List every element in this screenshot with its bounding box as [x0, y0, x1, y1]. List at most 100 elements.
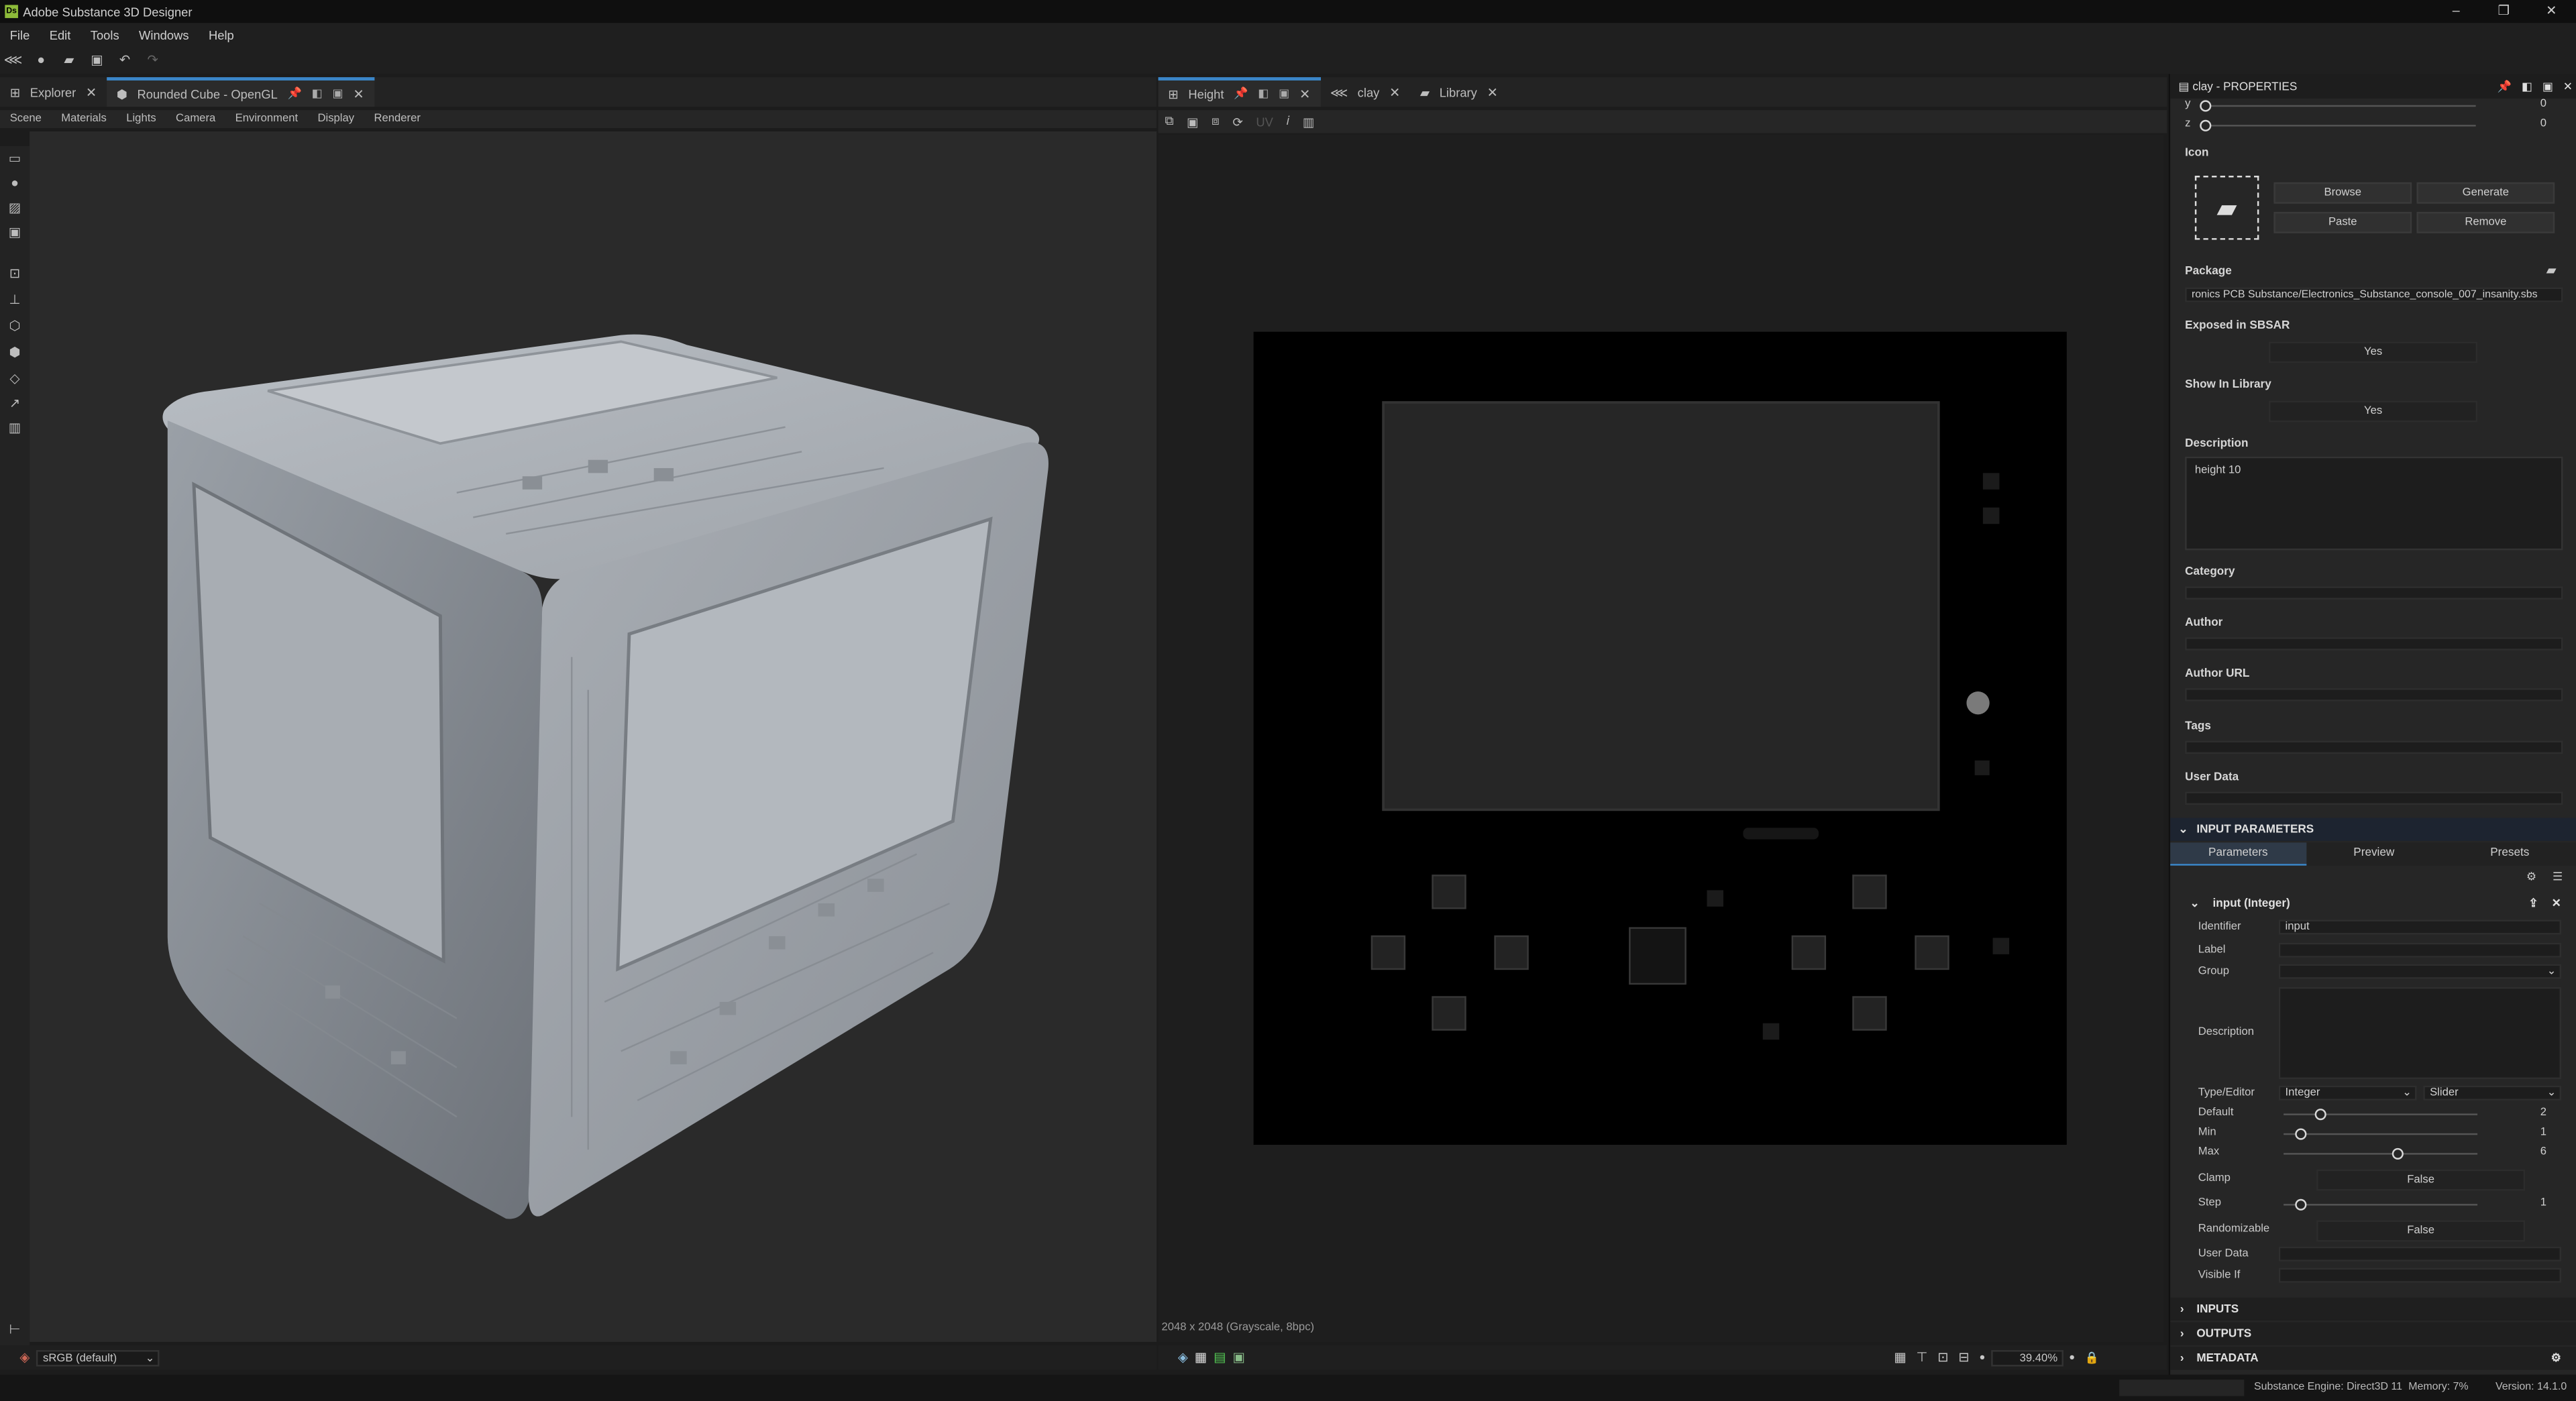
- save-icon[interactable]: ▣: [89, 52, 105, 68]
- maximize-icon[interactable]: ▣: [2542, 80, 2553, 93]
- restore-button[interactable]: ❐: [2481, 0, 2527, 23]
- gear-icon[interactable]: ⚙: [2526, 871, 2536, 883]
- lock-icon[interactable]: 🔒: [2085, 1351, 2099, 1364]
- clamp-toggle[interactable]: False: [2316, 1169, 2526, 1191]
- maximize-icon[interactable]: ▣: [1279, 87, 1289, 100]
- pin-icon[interactable]: 📌: [2498, 80, 2512, 93]
- max-slider[interactable]: [2284, 1147, 2478, 1160]
- close-icon[interactable]: ✕: [1389, 85, 1400, 99]
- new-graph-icon[interactable]: ⋘: [4, 52, 23, 68]
- tab-height[interactable]: ⊞ Height 📌 ◧ ▣ ✕: [1158, 77, 1321, 107]
- layers-icon[interactable]: ◈: [1178, 1350, 1188, 1365]
- tab-3d-view[interactable]: ⬢ Rounded Cube - OpenGL 📌 ◧ ▣ ✕: [107, 77, 374, 107]
- close-icon[interactable]: ✕: [1299, 87, 1310, 101]
- 3d-viewport[interactable]: [30, 131, 1157, 1342]
- tab-clay[interactable]: ⋘ clay ✕: [1320, 77, 1410, 107]
- copy-icon[interactable]: ⧉: [1165, 113, 1173, 129]
- menu-windows[interactable]: Windows: [139, 27, 189, 42]
- param-description-field[interactable]: [2278, 987, 2561, 1079]
- outputs-header[interactable]: › OUTPUTS: [2170, 1322, 2576, 1345]
- mesh-icon[interactable]: ⬢: [5, 343, 24, 361]
- slider-knob[interactable]: [2295, 1198, 2307, 1211]
- open-folder-icon[interactable]: ▰: [2546, 263, 2557, 278]
- tab-library[interactable]: ▰ Library ✕: [1410, 77, 1508, 107]
- close-icon[interactable]: ✕: [86, 85, 97, 99]
- editor-dropdown[interactable]: Slider ⌄: [2423, 1085, 2561, 1101]
- slider-knob[interactable]: [2200, 119, 2212, 131]
- y-slider[interactable]: [2200, 100, 2476, 112]
- tags-field[interactable]: [2185, 740, 2563, 754]
- type-dropdown[interactable]: Integer ⌄: [2278, 1085, 2417, 1101]
- remove-button[interactable]: Remove: [2416, 211, 2555, 233]
- user-data-field[interactable]: [2185, 791, 2563, 805]
- colorspace-dropdown[interactable]: sRGB (default) ⌄: [36, 1349, 160, 1366]
- default-value[interactable]: 2: [2540, 1107, 2546, 1119]
- axis-icon[interactable]: ⊥: [5, 290, 24, 309]
- slider-knob[interactable]: [2200, 100, 2212, 112]
- menu-tools[interactable]: Tools: [91, 27, 119, 42]
- maximize-icon[interactable]: ▣: [333, 87, 343, 100]
- menu-edit[interactable]: Edit: [50, 27, 71, 42]
- exposed-toggle[interactable]: Yes: [2269, 341, 2478, 363]
- package-path[interactable]: ronics PCB Substance/Electronics_Substan…: [2185, 287, 2563, 302]
- rgb-icon[interactable]: ▤: [1214, 1350, 1226, 1365]
- menu-lights[interactable]: Lights: [126, 113, 156, 125]
- pin-icon[interactable]: 📌: [1234, 87, 1248, 100]
- inputs-header[interactable]: › INPUTS: [2170, 1297, 2576, 1321]
- frame-icon[interactable]: ⊡: [5, 264, 24, 282]
- upload-icon[interactable]: ⇪: [2528, 897, 2538, 910]
- tree-icon[interactable]: ⊢: [5, 1321, 24, 1339]
- parameter-header[interactable]: ⌄ input (Integer) ⇪ ✕: [2170, 892, 2576, 915]
- open-folder-icon[interactable]: ▰: [61, 52, 77, 68]
- generate-button[interactable]: Generate: [2416, 182, 2555, 204]
- visible-if-field[interactable]: [2278, 1268, 2561, 1283]
- camera-icon[interactable]: ▭: [5, 150, 24, 168]
- render-icon[interactable]: ▣: [5, 223, 24, 241]
- tab-explorer[interactable]: ⊞ Explorer ✕: [0, 77, 107, 107]
- pin-icon[interactable]: 📌: [288, 87, 302, 100]
- menu-display[interactable]: Display: [317, 113, 354, 125]
- category-field[interactable]: [2185, 586, 2563, 600]
- z-slider[interactable]: [2200, 119, 2476, 131]
- slider-knob[interactable]: [2295, 1128, 2307, 1140]
- randomizable-toggle[interactable]: False: [2316, 1220, 2526, 1242]
- zoom-field[interactable]: 39.40%: [1992, 1349, 2064, 1366]
- menu-renderer[interactable]: Renderer: [374, 113, 420, 125]
- min-value[interactable]: 1: [2540, 1127, 2546, 1138]
- fit-icon[interactable]: ⊡: [1937, 1350, 1948, 1365]
- float-icon[interactable]: ◧: [1258, 87, 1269, 100]
- zoom-step-icon[interactable]: ●: [2069, 1353, 2075, 1363]
- new-package-icon[interactable]: ●: [33, 52, 49, 68]
- step-value[interactable]: 1: [2540, 1197, 2546, 1209]
- tab-presets[interactable]: Presets: [2442, 842, 2576, 866]
- histogram-icon[interactable]: ▥: [5, 418, 24, 437]
- float-icon[interactable]: ◧: [312, 87, 323, 100]
- uv-toggle[interactable]: UV: [1256, 114, 1273, 129]
- paste-icon[interactable]: ⧈: [1212, 113, 1220, 129]
- cube-icon[interactable]: ⬡: [5, 317, 24, 335]
- channel-icon[interactable]: ▣: [1232, 1350, 1245, 1365]
- label-field[interactable]: [2278, 942, 2561, 958]
- info-icon[interactable]: 𝑖: [1286, 113, 1289, 129]
- y-value[interactable]: 0: [2540, 99, 2546, 110]
- slider-knob[interactable]: [2314, 1109, 2326, 1121]
- max-value[interactable]: 6: [2540, 1146, 2546, 1158]
- menu-file[interactable]: File: [10, 27, 30, 42]
- author-url-field[interactable]: [2185, 688, 2563, 702]
- show-library-toggle[interactable]: Yes: [2269, 400, 2478, 423]
- environment-icon[interactable]: ▨: [5, 199, 24, 217]
- minimize-button[interactable]: –: [2433, 0, 2479, 23]
- list-icon[interactable]: ☰: [2553, 871, 2563, 883]
- grid-icon[interactable]: ▦: [1894, 1350, 1907, 1365]
- refresh-icon[interactable]: ⟳: [1232, 114, 1242, 129]
- input-parameters-header[interactable]: ⌄ INPUT PARAMETERS: [2170, 818, 2576, 841]
- close-icon[interactable]: ✕: [2563, 80, 2573, 93]
- pointer-icon[interactable]: ↗: [5, 394, 24, 412]
- paste-button[interactable]: Paste: [2273, 211, 2412, 233]
- browse-button[interactable]: Browse: [2273, 182, 2412, 204]
- float-icon[interactable]: ◧: [2522, 80, 2532, 93]
- default-slider[interactable]: [2284, 1109, 2478, 1121]
- folder-icon[interactable]: ▰: [2194, 176, 2259, 240]
- group-dropdown[interactable]: ⌄: [2278, 964, 2561, 979]
- menu-scene[interactable]: Scene: [10, 113, 42, 125]
